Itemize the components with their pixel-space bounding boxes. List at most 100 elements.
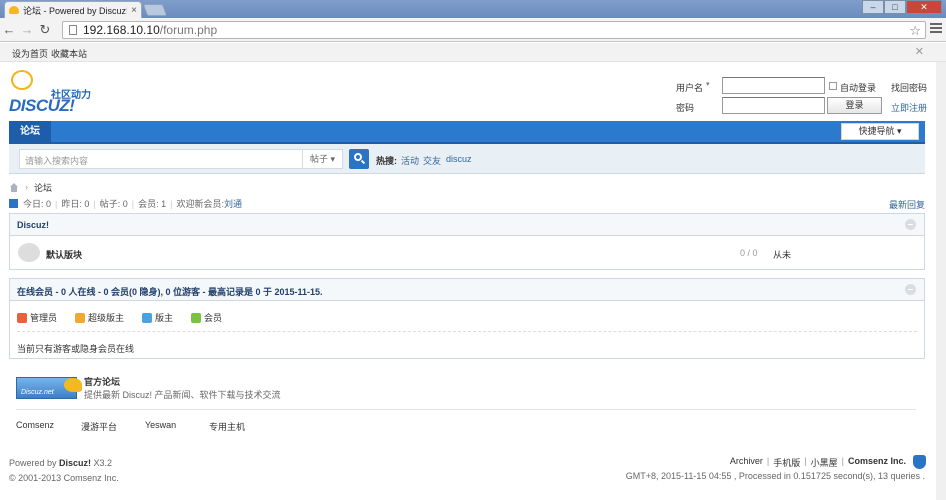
search-button[interactable] [349,149,369,169]
divider [16,409,916,410]
forum-bubble-icon [18,243,40,262]
partner-link[interactable]: 漫游平台 [81,420,117,433]
auto-login-checkbox[interactable] [829,82,837,90]
set-homepage-link[interactable]: 设为首页 [12,47,48,60]
comsenz-link[interactable]: Comsenz Inc. [848,456,906,469]
search-type-label: 帖子 [309,154,328,164]
nav-tab-forum[interactable]: 论坛 [9,121,51,142]
hot-search-label: 热搜: [376,156,397,166]
browser-toolbar: ← → ↻ 192.168.10.10/forum.php ☆ [0,18,946,42]
reload-icon[interactable]: ↻ [36,22,54,38]
register-link[interactable]: 立即注册 [891,101,927,114]
minimize-icon[interactable]: – [862,0,884,14]
legend-label: 会员 [204,313,223,323]
collapse-icon[interactable] [905,284,916,295]
chevron-down-icon: ▾ [897,126,902,136]
tab-close-icon[interactable]: × [131,5,137,16]
quick-nav-label: 快捷导航 [858,126,895,136]
bookmark-site-link[interactable]: 收藏本站 [51,47,87,60]
online-note: 当前只有游客或隐身会员在线 [17,344,135,354]
copyright: © 2001-2013 Comsenz Inc. [9,473,119,483]
legend-member: 会员 [191,311,222,324]
home-icon[interactable] [9,182,19,192]
forgot-password-link[interactable]: 找回密码 [891,81,927,94]
footer-links: Archiver | 手机版 | 小黑屋 | Comsenz Inc. [729,456,906,469]
partner-link[interactable]: 专用主机 [209,420,245,433]
friend-links-box: Discuz.net 官方论坛 提供最新 Discuz! 产品新闻、软件下载与技… [9,368,925,442]
latest-replies-link[interactable]: 最新回复 [889,198,925,211]
new-member-link[interactable]: 刘通 [224,197,242,210]
url-path: /forum.php [159,23,218,37]
breadcrumb: › 论坛 [9,180,52,194]
discuz-favicon-icon [9,6,19,14]
stat-posts: 帖子: 0 [99,199,128,209]
search-type-select[interactable]: 帖子 ▾ [302,149,343,169]
quick-nav-button[interactable]: 快捷导航 ▾ [841,123,919,140]
blacklist-link[interactable]: 小黑屋 [811,456,838,469]
collapse-icon[interactable] [905,219,916,230]
forward-icon[interactable]: → [18,22,36,37]
stats-chart-icon [9,199,18,208]
category-title[interactable]: Discuz! [17,220,49,230]
legend-moderator: 版主 [142,311,173,324]
breadcrumb-current[interactable]: 论坛 [34,181,52,194]
legend-label: 版主 [155,313,174,323]
moderator-user-icon [142,312,152,323]
login-button[interactable]: 登录 [827,97,882,114]
stat-yesterday: 昨日: 0 [61,199,90,209]
page-icon [69,25,77,35]
partner-link[interactable]: Comsenz [16,420,54,430]
breadcrumb-separator-icon: › [25,182,28,192]
browser-tab-bar: 论坛 - Powered by Discuz! × – □ ✕ [0,0,946,18]
hot-search-link[interactable]: 交友 [423,154,441,167]
forum-category: Discuz! 默认版块 0 / 0 从未 [9,213,925,270]
new-tab-button[interactable] [142,4,168,16]
auto-login-label: 自动登录 [840,83,877,93]
search-input[interactable]: 请输入搜索内容 [19,149,302,169]
mobile-link[interactable]: 手机版 [773,456,800,469]
hot-search-link[interactable]: 活动 [401,154,419,167]
logo-text: DISCUZ! [9,96,75,115]
discuz-net-logo[interactable]: Discuz.net [16,377,82,399]
archiver-link[interactable]: Archiver [730,456,763,469]
powered-brand-link[interactable]: Discuz! [59,458,91,468]
super-moderator-user-icon [75,312,85,323]
username-label: 用户名 [676,83,704,93]
browser-menu-icon[interactable] [930,23,942,35]
divider [17,331,917,332]
maximize-icon[interactable]: □ [884,0,906,14]
forum-stats: 今日: 0 | 昨日: 0 | 帖子: 0 | 会员: 1 | 欢迎新会员: 刘… [9,198,242,209]
address-bar[interactable]: 192.168.10.10/forum.php ☆ [62,21,926,39]
close-icon[interactable]: ✕ [915,45,924,58]
partner-logo-text: Discuz.net [21,389,54,396]
password-label: 密码 [676,103,695,113]
footer-credits: Powered by Discuz! X3.2 © 2001-2013 Coms… [9,456,119,486]
chevron-down-icon[interactable]: ▾ [706,80,710,88]
browser-tab[interactable]: 论坛 - Powered by Discuz! × [4,1,142,18]
forum-name-link[interactable]: 默认版块 [46,248,82,261]
forum-last-post: 从未 [773,250,792,260]
powered-by: Powered by Discuz! X3.2 [9,458,113,468]
window-close-icon[interactable]: ✕ [906,0,942,14]
forum-category-header: Discuz! [10,214,924,236]
member-user-icon [191,312,201,323]
url-host: 192.168.10.10 [83,23,160,37]
bookmark-star-icon[interactable]: ☆ [909,23,921,39]
online-members-title: 在线会员 - 0 人在线 - 0 会员(0 隐身), 0 位游客 - 最高记录是… [17,287,323,297]
username-input[interactable] [722,77,825,94]
page-scrollbar[interactable] [936,62,946,500]
welcome-text: 欢迎新会员: [176,199,224,209]
back-icon[interactable]: ← [0,22,18,37]
admin-user-icon [17,312,27,323]
legend-admin: 管理员 [17,311,57,324]
tab-title: 论坛 - Powered by Discuz! [23,5,128,16]
password-input[interactable] [722,97,825,114]
online-members-box: 在线会员 - 0 人在线 - 0 会员(0 隐身), 0 位游客 - 最高记录是… [9,278,925,359]
partner-title-link[interactable]: 官方论坛 [84,375,120,388]
legend-super-moderator: 超级版主 [75,311,124,324]
logo-bubble-icon [11,70,33,90]
security-shield-icon[interactable] [913,455,926,469]
partner-link[interactable]: Yeswan [145,420,176,430]
hot-search-link[interactable]: discuz [446,154,472,164]
site-logo[interactable]: 社区动力 DISCUZ! [9,70,119,115]
